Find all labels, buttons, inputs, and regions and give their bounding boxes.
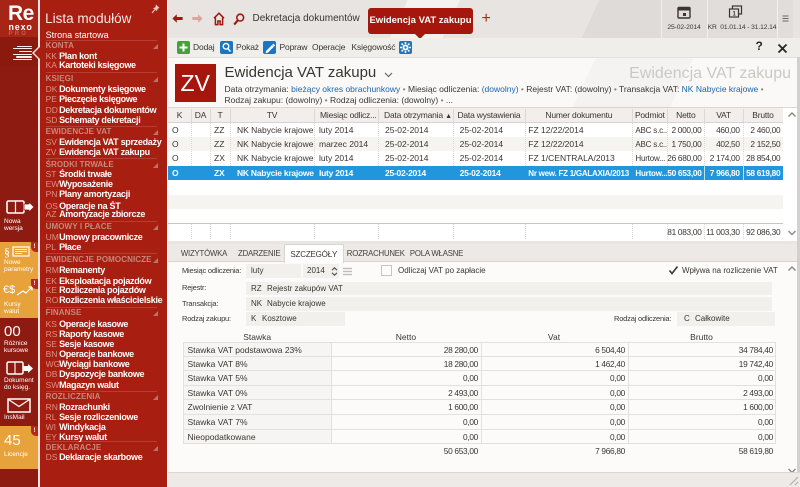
svg-text:€$: €$	[3, 284, 15, 296]
svg-text:§: §	[4, 245, 10, 258]
